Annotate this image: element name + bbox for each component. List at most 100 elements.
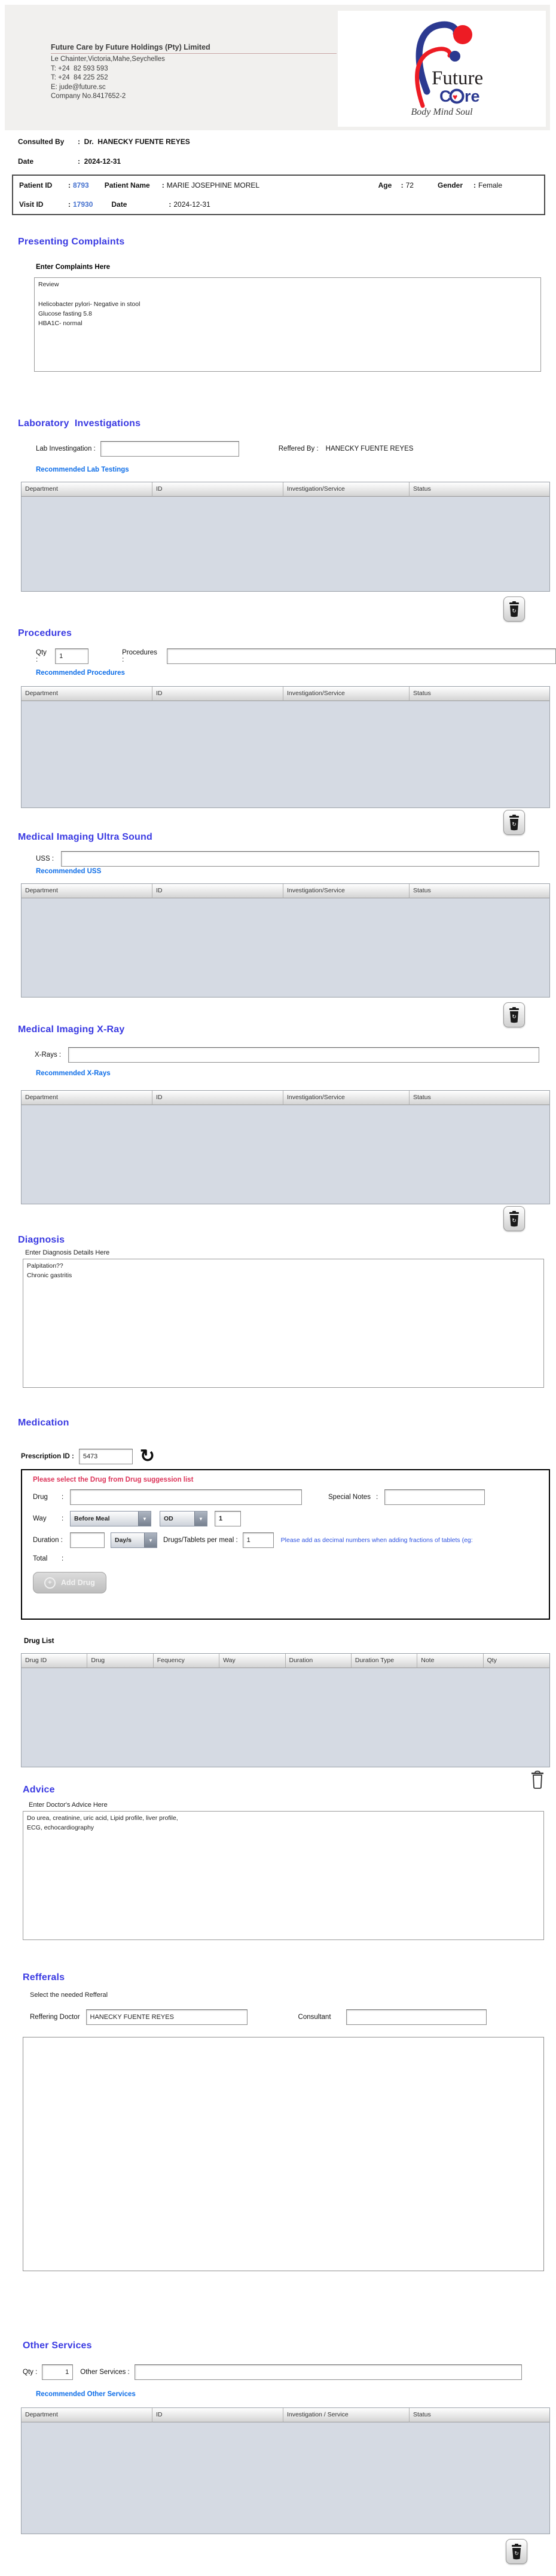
lab-table-body[interactable]	[22, 497, 549, 591]
advice-delete-button[interactable]	[530, 1770, 545, 1792]
frequency-qty-input[interactable]	[215, 1511, 241, 1526]
drug-row: Drug : Special Notes :	[33, 1489, 538, 1505]
col-header-id: ID	[152, 2408, 283, 2422]
add-drug-button[interactable]: + Add Drug	[33, 1572, 106, 1593]
other-services-label: Other Services :	[80, 2369, 130, 2376]
medication-title: Medication	[18, 1418, 69, 1428]
logo-tagline: Body Mind Soul	[411, 107, 473, 117]
lab-table-header: Department ID Investigation/Service Stat…	[22, 482, 549, 497]
prescription-row: Prescription ID : ↻	[21, 1448, 155, 1466]
way-row: Way : Before Meal ▼ OD ▼	[33, 1511, 538, 1526]
col-header-department: Department	[22, 1091, 152, 1105]
xray-input[interactable]	[68, 1047, 540, 1063]
recommended-uss-label: Recommended USS	[36, 868, 102, 875]
lab-testings-table: Department ID Investigation/Service Stat…	[21, 482, 550, 592]
col-header-duration: Duration	[285, 1654, 352, 1668]
separator: :	[161, 181, 164, 189]
procedures-input[interactable]	[166, 648, 556, 664]
logo-red-dot	[453, 25, 472, 44]
frequency-dropdown[interactable]: OD ▼	[160, 1511, 207, 1526]
separator: :	[169, 200, 172, 209]
trash-icon: ↻	[509, 1210, 519, 1226]
patient-info-box: Patient ID : 8793 Patient Name : MARIE J…	[12, 175, 545, 215]
drug-input[interactable]	[70, 1489, 302, 1505]
separator: :	[62, 1555, 64, 1562]
referral-list-box[interactable]	[23, 2037, 544, 2271]
separator: :	[473, 181, 476, 189]
other-services-qty-input[interactable]	[42, 2364, 74, 2380]
other-services-input[interactable]	[134, 2364, 522, 2380]
logo-word-future: Future	[432, 68, 483, 89]
referral-row: Reffering Doctor Consultant	[30, 2009, 487, 2025]
col-header-investigation: Investigation / Service	[283, 2408, 410, 2422]
diagnosis-sublabel: Enter Diagnosis Details Here	[25, 1249, 110, 1256]
logo-blue-dot	[450, 51, 460, 62]
other-services-delete-button[interactable]: ↻	[506, 2539, 527, 2564]
consulted-by-label: Consulted By	[18, 137, 65, 146]
drug-list-label: Drug List	[24, 1638, 54, 1645]
xray-table-header: Department ID Investigation/Service Stat…	[22, 1091, 549, 1105]
patient-id-value: 8793	[73, 181, 89, 189]
drug-table-body[interactable]	[22, 1668, 549, 1767]
patient-name-value: MARIE JOSEPHINE MOREL	[166, 181, 260, 189]
col-header-department: Department	[22, 482, 152, 497]
other-services-row: Qty : Other Services :	[23, 2364, 522, 2380]
patient-info-row-2: Visit ID : 17930 Date : 2024-12-31	[19, 200, 538, 209]
col-header-department: Department	[22, 2408, 152, 2422]
complaints-sublabel: Enter Complaints Here	[36, 264, 110, 271]
separator: :	[62, 1494, 64, 1501]
xray-delete-button[interactable]: ↻	[503, 1206, 525, 1231]
patient-id-label: Patient ID	[19, 181, 53, 189]
meal-timing-dropdown[interactable]: Before Meal ▼	[70, 1511, 151, 1526]
laboratory-title: Laboratory Investigations	[18, 418, 141, 429]
duration-row: Duration : Day/s ▼ Drugs/Tablets per mea…	[33, 1532, 538, 1548]
uss-table-body[interactable]	[22, 898, 549, 997]
advice-title: Advice	[23, 1785, 55, 1795]
drug-label: Drug	[33, 1494, 48, 1501]
advice-textarea[interactable]: Do urea, creatinine, uric acid, Lipid pr…	[23, 1811, 544, 1940]
col-header-id: ID	[152, 482, 283, 497]
company-info: Future Care by Future Holdings (Pty) Lim…	[51, 43, 337, 102]
xray-table-body[interactable]	[22, 1105, 549, 1204]
col-header-drug-id: Drug ID	[22, 1654, 88, 1668]
separator: :	[68, 200, 71, 209]
company-name: Future Care by Future Holdings (Pty) Lim…	[51, 43, 337, 54]
chevron-down-icon: ▼	[138, 1512, 151, 1526]
referring-doctor-input[interactable]	[85, 2009, 248, 2025]
gender-value: Female	[478, 181, 502, 189]
procedures-table-body[interactable]	[22, 701, 549, 807]
col-header-investigation: Investigation/Service	[283, 482, 410, 497]
way-label: Way	[33, 1515, 47, 1522]
uss-table-header: Department ID Investigation/Service Stat…	[22, 884, 549, 898]
consultant-input[interactable]	[346, 2009, 487, 2025]
separator: :	[62, 1515, 64, 1522]
referrals-sublabel: Select the needed Refferal	[30, 1991, 108, 1999]
uss-input[interactable]	[61, 851, 540, 867]
trash-outline-icon	[531, 1770, 543, 1789]
uss-label: USS :	[36, 855, 54, 862]
col-header-investigation: Investigation/Service	[283, 1091, 410, 1105]
refresh-icon[interactable]: ↻	[140, 1448, 155, 1466]
per-meal-input[interactable]	[242, 1532, 274, 1548]
duration-input[interactable]	[70, 1532, 105, 1548]
lab-investigation-input[interactable]	[100, 441, 239, 457]
procedures-delete-button[interactable]: ↻	[503, 810, 525, 835]
other-services-table-body[interactable]	[22, 2422, 549, 2534]
duration-unit-dropdown[interactable]: Day/s ▼	[111, 1532, 157, 1548]
procedures-qty-input[interactable]	[55, 648, 89, 664]
other-services-table: Department ID Investigation / Service St…	[21, 2407, 550, 2534]
lab-delete-button[interactable]: ↻	[503, 596, 525, 622]
special-notes-input[interactable]	[384, 1489, 485, 1505]
complaints-textarea[interactable]: Review Helicobacter pylori- Negative in …	[34, 277, 541, 372]
uss-row: USS :	[36, 851, 540, 867]
separator: :	[376, 1494, 378, 1501]
prescription-id-input[interactable]	[78, 1449, 133, 1464]
uss-delete-button[interactable]: ↻	[503, 1002, 525, 1027]
referrals-title: Refferals	[23, 1972, 65, 1983]
diagnosis-textarea[interactable]: Palpitation?? Chronic gastritis	[23, 1259, 544, 1388]
recommended-procedures-label: Recommended Procedures	[36, 669, 125, 677]
referred-by-label: Reffered By :	[278, 445, 319, 452]
col-header-qty: Qty	[483, 1654, 549, 1668]
add-drug-label: Add Drug	[61, 1578, 95, 1587]
procedures-label: Procedures :	[122, 649, 157, 663]
